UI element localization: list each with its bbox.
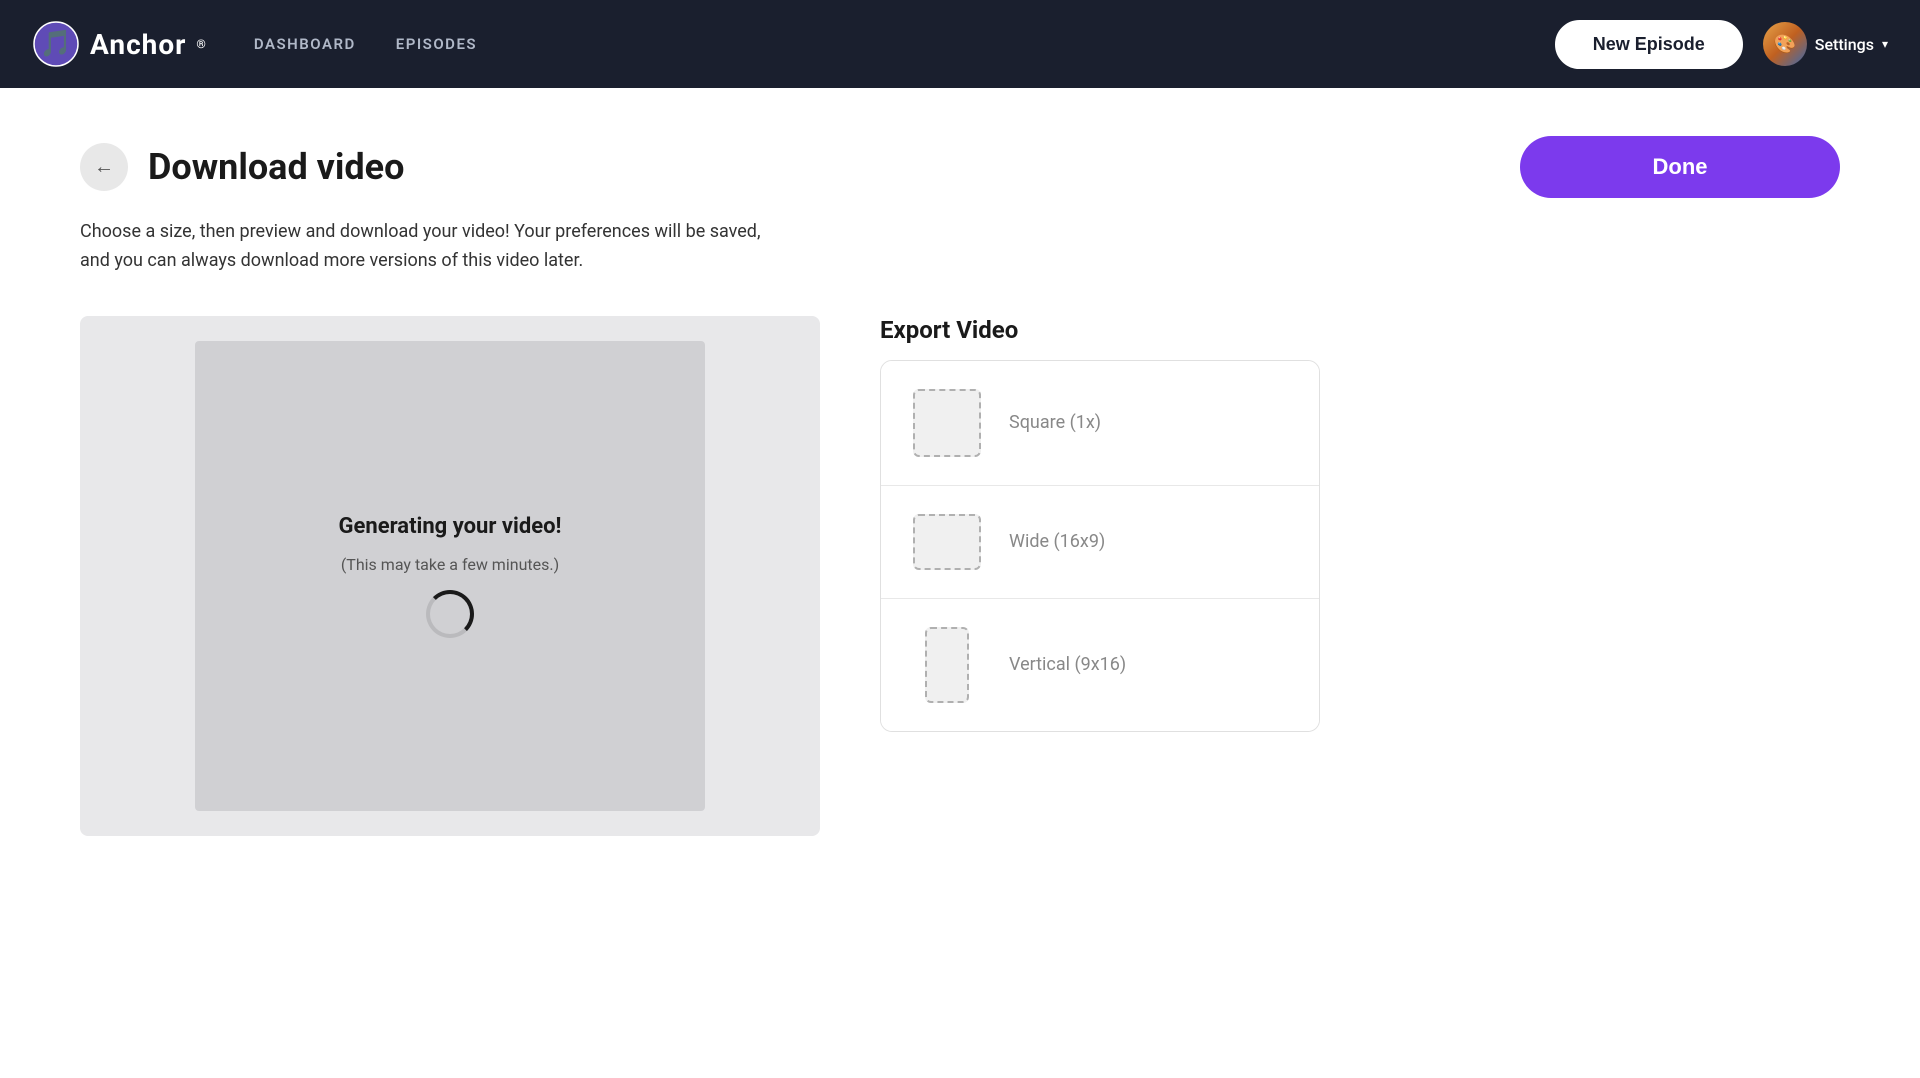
- page-title-area: ← Download video: [80, 143, 404, 191]
- video-inner: Generating your video! (This may take a …: [195, 341, 705, 811]
- main-nav: DASHBOARD EPISODES: [254, 35, 1555, 53]
- chevron-down-icon: ▾: [1882, 37, 1888, 51]
- vertical-shape: [925, 627, 969, 703]
- export-options-list: Square (1x) Wide (16x9) Vertical (9x16): [880, 360, 1320, 732]
- square-shape: [913, 389, 981, 457]
- anchor-logo-icon: 🎵: [32, 20, 80, 68]
- header-right: New Episode 🎨 Settings ▾: [1555, 20, 1888, 69]
- logo-registered: ®: [196, 37, 205, 51]
- page-header: ← Download video Done: [80, 136, 1840, 198]
- content-area: Generating your video! (This may take a …: [80, 316, 1840, 836]
- vertical-preview: [913, 627, 981, 703]
- square-label: Square (1x): [1009, 412, 1101, 433]
- done-button[interactable]: Done: [1520, 136, 1840, 198]
- video-preview-container: Generating your video! (This may take a …: [80, 316, 820, 836]
- generating-text: Generating your video!: [339, 514, 562, 539]
- logo-text: Anchor: [90, 28, 186, 61]
- export-option-vertical[interactable]: Vertical (9x16): [881, 599, 1319, 731]
- wide-shape: [913, 514, 981, 570]
- wide-preview: [913, 514, 981, 570]
- nav-episodes[interactable]: EPISODES: [396, 35, 477, 53]
- back-button[interactable]: ←: [80, 143, 128, 191]
- vertical-label: Vertical (9x16): [1009, 654, 1126, 675]
- settings-label: Settings: [1815, 35, 1874, 54]
- page-description: Choose a size, then preview and download…: [80, 218, 780, 276]
- export-title: Export Video: [880, 316, 1320, 344]
- settings-avatar: 🎨: [1763, 22, 1807, 66]
- back-icon: ←: [94, 156, 114, 179]
- loading-spinner: [426, 590, 474, 638]
- app-header: 🎵 Anchor ® DASHBOARD EPISODES New Episode…: [0, 0, 1920, 88]
- settings-area[interactable]: 🎨 Settings ▾: [1763, 22, 1888, 66]
- export-option-square[interactable]: Square (1x): [881, 361, 1319, 486]
- nav-dashboard[interactable]: DASHBOARD: [254, 35, 356, 53]
- logo-area: 🎵 Anchor ®: [32, 20, 206, 68]
- svg-text:🎵: 🎵: [40, 28, 72, 58]
- wide-label: Wide (16x9): [1009, 531, 1105, 552]
- page-title: Download video: [148, 146, 404, 188]
- square-preview: [913, 389, 981, 457]
- main-content: ← Download video Done Choose a size, the…: [0, 88, 1920, 1078]
- new-episode-button[interactable]: New Episode: [1555, 20, 1743, 69]
- export-option-wide[interactable]: Wide (16x9): [881, 486, 1319, 599]
- export-panel: Export Video Square (1x) Wide (16x9): [880, 316, 1320, 732]
- generating-sub: (This may take a few minutes.): [341, 555, 559, 574]
